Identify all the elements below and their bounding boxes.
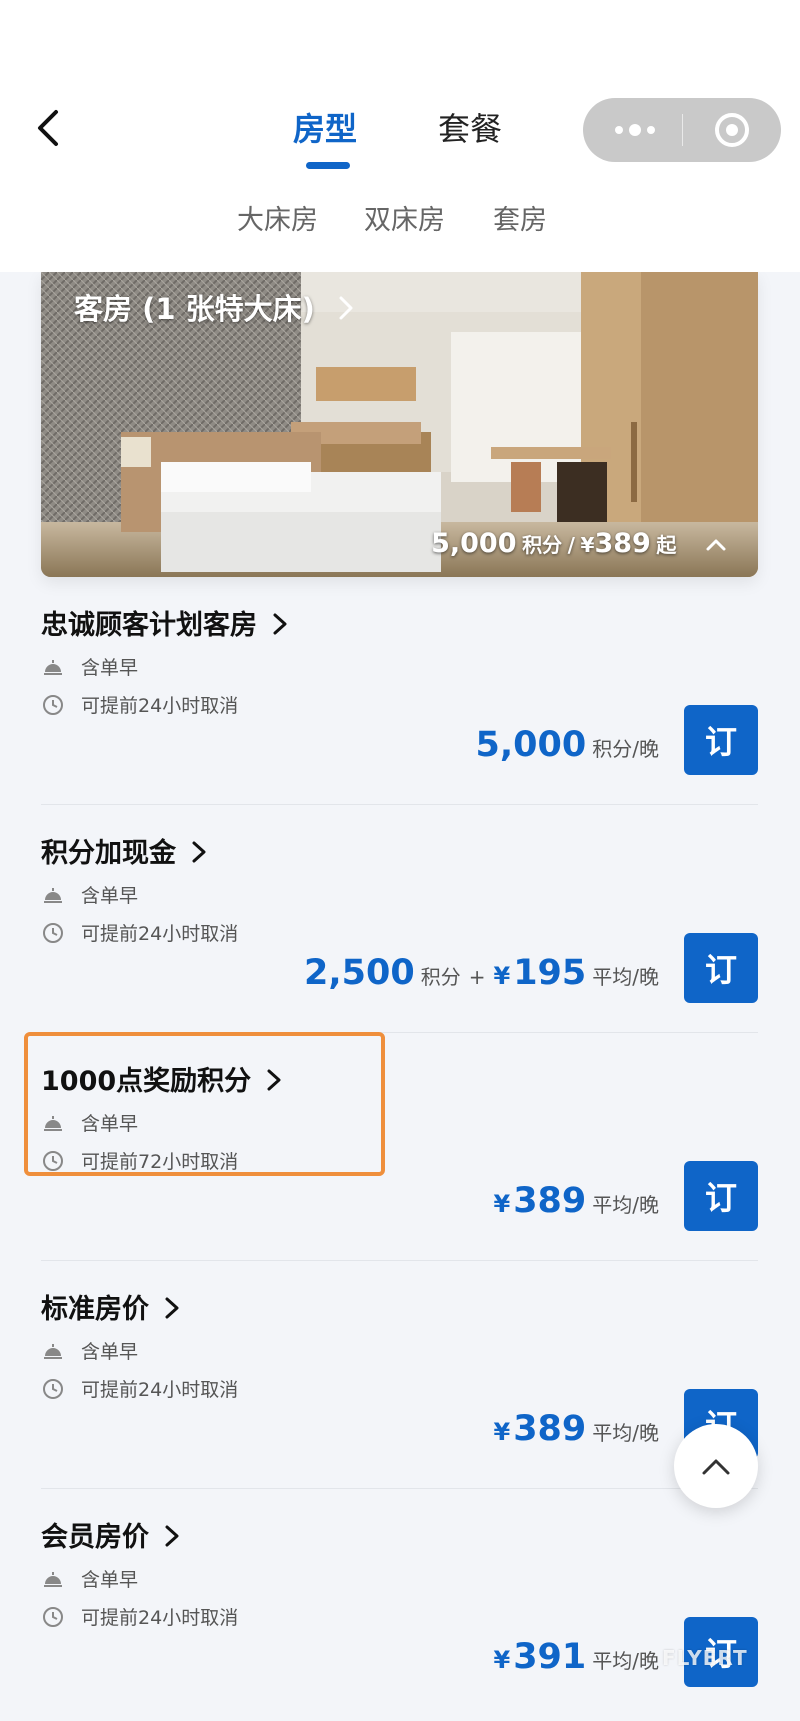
rate-price: ¥389 平均/晚 — [493, 1409, 659, 1449]
rate-name: 忠诚顾客计划客房 — [41, 610, 257, 641]
rate-name-link[interactable]: 积分加现金 — [41, 831, 208, 872]
room-from-label: 起 — [656, 532, 677, 557]
price-points: 2,500 — [304, 953, 415, 993]
rate-name-link[interactable]: 会员房价 — [41, 1515, 181, 1556]
rate-price: ¥391 平均/晚 — [493, 1637, 659, 1677]
chevron-up-icon — [702, 1459, 730, 1475]
chevron-right-icon — [165, 1297, 179, 1319]
subtab-king[interactable]: 大床房 — [237, 198, 318, 237]
chevron-up-icon — [706, 539, 726, 551]
watermark: FLYERT — [662, 1646, 748, 1670]
tab-room-type[interactable]: 房型 — [293, 104, 357, 150]
price-unit: 平均/晚 — [592, 1193, 659, 1217]
book-button[interactable]: 订 — [684, 705, 758, 775]
price-cash: 391 — [513, 1637, 587, 1677]
capsule-divider — [682, 114, 683, 146]
tab-package[interactable]: 套餐 — [438, 104, 502, 150]
points-unit: 积分 — [420, 965, 461, 989]
chevron-right-icon — [339, 296, 353, 320]
breakfast-text: 含单早 — [81, 885, 139, 907]
rate-item-loyalty: 忠诚顾客计划客房 含单早 可提前24小时取消 5,000 积分/晚 订 — [41, 577, 758, 805]
collapse-button[interactable] — [704, 535, 728, 559]
clock-icon — [43, 695, 63, 715]
clock-icon — [43, 1379, 63, 1399]
room-price-separator: / — [567, 532, 575, 557]
mini-program-capsule — [583, 98, 781, 162]
close-mini-program-button[interactable] — [713, 111, 751, 153]
rate-name: 积分加现金 — [41, 838, 176, 869]
rate-item-standard: 标准房价 含单早 可提前24小时取消 ¥389平均/晚 订 — [41, 1261, 758, 1489]
highlight-annotation-box — [24, 1032, 385, 1176]
price-unit: 平均/晚 — [592, 1649, 659, 1673]
rate-item-member: 会员房价 含单早 可提前24小时取消 ¥391 平均/晚 订 — [41, 1489, 758, 1717]
book-button[interactable]: 订 — [684, 933, 758, 1003]
chevron-right-icon — [192, 841, 206, 863]
breakfast-feature: 含单早 — [41, 653, 138, 680]
room-points: 5,000 — [431, 527, 517, 559]
service-bell-icon — [44, 1344, 62, 1359]
more-dots-icon — [615, 124, 655, 136]
cancellation-text: 可提前24小时取消 — [81, 1607, 239, 1629]
cancellation-text: 可提前24小时取消 — [81, 695, 239, 717]
price-cash: 195 — [513, 953, 587, 993]
currency-symbol: ¥ — [493, 1646, 511, 1674]
room-price-summary: 5,000 积分 / ¥389 起 — [431, 528, 728, 560]
rate-price: 5,000 积分/晚 — [476, 725, 659, 765]
breakfast-text: 含单早 — [81, 657, 139, 679]
room-title[interactable]: 客房 (1 张特大床) — [74, 286, 357, 328]
chevron-right-icon — [273, 613, 287, 635]
target-circle-icon — [715, 113, 749, 147]
price-unit: 平均/晚 — [592, 965, 659, 989]
more-button[interactable] — [613, 116, 657, 148]
room-photo-card[interactable]: 客房 (1 张特大床) 5,000 积分 / ¥389 起 — [41, 272, 758, 577]
price-unit: 积分/晚 — [592, 737, 659, 761]
tab-active-indicator — [306, 162, 350, 169]
clock-icon — [43, 1607, 63, 1627]
service-bell-icon — [44, 888, 62, 903]
chevron-left-icon — [38, 110, 58, 146]
cancellation-text: 可提前24小时取消 — [81, 1379, 239, 1401]
breakfast-feature: 含单早 — [41, 1337, 138, 1364]
rate-name: 标准房价 — [41, 1294, 149, 1325]
price-points: 5,000 — [475, 725, 587, 765]
currency-symbol: ¥ — [493, 962, 511, 990]
currency-symbol: ¥ — [493, 1190, 511, 1218]
cancellation-text: 可提前24小时取消 — [81, 923, 239, 945]
room-price: 389 — [594, 527, 651, 559]
subtab-suite[interactable]: 套房 — [493, 198, 547, 237]
rate-name: 会员房价 — [41, 1522, 149, 1553]
chevron-right-icon — [165, 1525, 179, 1547]
service-bell-icon — [44, 660, 62, 675]
cancellation-feature: 可提前24小时取消 — [41, 1603, 238, 1630]
price-cash: 389 — [513, 1181, 587, 1221]
breakfast-feature: 含单早 — [41, 1565, 138, 1592]
back-button[interactable] — [22, 100, 78, 156]
rate-item-points-plus-cash: 积分加现金 含单早 可提前24小时取消 2,500 积分 + ¥195 平均/晚 订 — [41, 805, 758, 1033]
top-header: 房型 套餐 大床房 双床房 套房 — [0, 0, 800, 272]
price-unit: 平均/晚 — [592, 1421, 659, 1445]
cancellation-feature: 可提前24小时取消 — [41, 919, 238, 946]
breakfast-text: 含单早 — [81, 1341, 139, 1363]
cancellation-feature: 可提前24小时取消 — [41, 691, 238, 718]
room-currency: ¥ — [580, 532, 595, 557]
breakfast-feature: 含单早 — [41, 881, 138, 908]
rate-name-link[interactable]: 忠诚顾客计划客房 — [41, 603, 289, 644]
scroll-to-top-button[interactable] — [674, 1424, 758, 1508]
room-title-text: 客房 (1 张特大床) — [74, 292, 315, 326]
service-bell-icon — [44, 1572, 62, 1587]
cancellation-feature: 可提前24小时取消 — [41, 1375, 238, 1402]
subtab-twin[interactable]: 双床房 — [364, 198, 445, 237]
clock-icon — [43, 923, 63, 943]
currency-symbol: ¥ — [493, 1418, 511, 1446]
rate-price: 2,500 积分 + ¥195 平均/晚 — [304, 953, 659, 993]
rate-name-link[interactable]: 标准房价 — [41, 1287, 181, 1328]
book-button[interactable]: 订 — [684, 1161, 758, 1231]
breakfast-text: 含单早 — [81, 1569, 139, 1591]
plus-sign: + — [468, 965, 486, 989]
room-points-unit: 积分 — [522, 532, 563, 557]
price-cash: 389 — [513, 1409, 587, 1449]
rate-price: ¥389 平均/晚 — [493, 1181, 659, 1221]
